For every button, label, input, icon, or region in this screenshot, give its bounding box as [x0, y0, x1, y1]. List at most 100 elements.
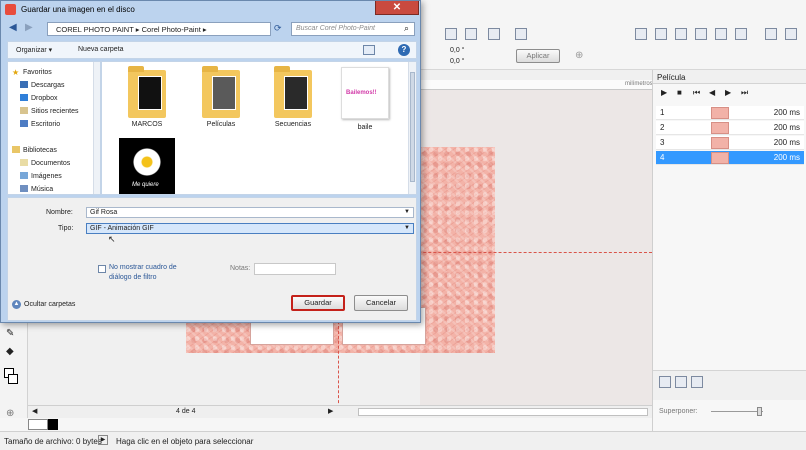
- angle2-field[interactable]: 0,0 °: [450, 58, 474, 68]
- view-options-icon[interactable]: [363, 45, 375, 55]
- back-icon[interactable]: ◀: [9, 22, 17, 33]
- chevron-up-icon[interactable]: ▲: [12, 300, 21, 309]
- film-next-icon[interactable]: ▶: [725, 88, 731, 97]
- new-folder-button[interactable]: Nueva carpeta: [78, 46, 124, 53]
- file-item-folder[interactable]: MARCOS: [114, 66, 180, 128]
- breadcrumb-part[interactable]: COREL PHOTO PAINT: [56, 25, 134, 34]
- dialog-title: Guardar una imagen en el disco: [21, 5, 135, 14]
- prev-frame-icon[interactable]: [695, 28, 707, 40]
- notes-input[interactable]: [254, 263, 336, 275]
- filter-checkbox[interactable]: [98, 265, 106, 273]
- file-type-select[interactable]: GIF - Animación GIF ▼: [86, 223, 414, 234]
- file-item-image[interactable]: Bailemos!! baile: [332, 67, 398, 131]
- scrollbar-thumb[interactable]: [410, 72, 415, 182]
- nav-item-downloads[interactable]: Descargas: [20, 81, 64, 89]
- tool-icon[interactable]: [515, 28, 527, 40]
- print-icon[interactable]: [488, 28, 500, 40]
- search-input[interactable]: Buscar Corel Photo-Paint: [291, 22, 415, 36]
- file-label: baile: [357, 124, 373, 131]
- daisy-flower: [133, 148, 161, 176]
- notes-label: Notas:: [230, 265, 251, 272]
- overlay-slider[interactable]: [711, 411, 763, 412]
- pictures-icon: [20, 172, 28, 179]
- save-button[interactable]: Guardar: [291, 295, 345, 311]
- breadcrumb-part[interactable]: Corel Photo-Paint: [142, 25, 201, 34]
- first-page-icon[interactable]: ◀: [32, 407, 37, 415]
- add-frame-icon[interactable]: [659, 376, 671, 388]
- angle1-field[interactable]: 0,0 °: [450, 47, 474, 57]
- nav-item-dropbox[interactable]: Dropbox: [20, 94, 57, 102]
- next-frame-icon[interactable]: [715, 28, 727, 40]
- nav-item-desktop[interactable]: Escritorio: [20, 120, 60, 128]
- film-play-icon[interactable]: ▶: [661, 88, 667, 97]
- film-frame-row[interactable]: 2 200 ms: [656, 121, 804, 135]
- ruler-top: milímetros: [420, 80, 653, 90]
- insert-frame-icon[interactable]: [765, 28, 777, 40]
- film-bottom-toolbar: [653, 370, 806, 400]
- plus-icon[interactable]: ⊕: [575, 50, 583, 61]
- organize-button[interactable]: Organizar ▾: [16, 46, 52, 54]
- film-strip-icon[interactable]: [691, 376, 703, 388]
- folder-icon: [128, 66, 166, 118]
- tool-icon[interactable]: [445, 28, 457, 40]
- nav-item-favorites[interactable]: ★ Favoritos: [12, 68, 52, 77]
- background-color-swatch[interactable]: [8, 374, 18, 384]
- stop-icon[interactable]: [655, 28, 667, 40]
- close-button[interactable]: ✕: [375, 1, 419, 15]
- film-frame-row-selected[interactable]: 4 200 ms: [656, 151, 804, 165]
- eyedropper-icon[interactable]: ✎: [6, 328, 14, 339]
- hide-folders-button[interactable]: Ocultar carpetas: [24, 301, 75, 308]
- film-panel: Película ▶ ■ ⏮ ◀ ▶ ⏭ 1 200 ms 2 200 ms 3…: [652, 70, 806, 431]
- film-frame-row[interactable]: 1 200 ms: [656, 106, 804, 120]
- first-frame-icon[interactable]: [675, 28, 687, 40]
- address-bar[interactable]: COREL PHOTO PAINT ▸ Corel Photo-Paint ▸: [47, 22, 271, 36]
- black-color-swatch[interactable]: [48, 419, 58, 430]
- nav-item-recent[interactable]: Sitios recientes: [20, 107, 78, 115]
- file-item-folder[interactable]: Películas: [188, 66, 254, 128]
- nav-item-documents[interactable]: Documentos: [20, 159, 70, 167]
- file-list-scrollbar[interactable]: [408, 62, 416, 194]
- file-item-folder[interactable]: Secuencias: [260, 66, 326, 128]
- horizontal-scrollbar[interactable]: [358, 408, 648, 416]
- film-last-icon[interactable]: ⏭: [741, 88, 748, 98]
- film-frame-row[interactable]: 3 200 ms: [656, 136, 804, 150]
- apply-button[interactable]: Aplicar: [516, 49, 560, 63]
- command-bar: Organizar ▾ Nueva carpeta ?: [7, 41, 417, 59]
- nav-item-pictures[interactable]: Imágenes: [20, 172, 62, 180]
- search-icon[interactable]: ⌕: [404, 23, 409, 34]
- nav-label: Bibliotecas: [23, 147, 57, 154]
- overlay-slider-handle[interactable]: [757, 407, 762, 416]
- file-list: MARCOS Películas Secuencias Bailemos!! b…: [101, 61, 417, 195]
- fill-icon[interactable]: ◆: [6, 346, 14, 357]
- tool-icon[interactable]: [465, 28, 477, 40]
- filename-value: Gif Rosa: [90, 209, 118, 216]
- chevron-down-icon[interactable]: ▼: [404, 209, 410, 215]
- filename-input[interactable]: Gif Rosa ▼: [86, 207, 414, 218]
- help-icon[interactable]: ?: [398, 44, 410, 56]
- play-status-icon[interactable]: ▶: [98, 435, 108, 445]
- last-frame-icon[interactable]: [735, 28, 747, 40]
- duplicate-frame-icon[interactable]: [675, 376, 687, 388]
- delete-frame-icon[interactable]: [785, 28, 797, 40]
- cancel-button[interactable]: Cancelar: [354, 295, 408, 311]
- play-icon[interactable]: [635, 28, 647, 40]
- nav-item-libraries[interactable]: Bibliotecas: [12, 146, 57, 154]
- forward-icon[interactable]: ▶: [25, 22, 33, 33]
- file-item-image[interactable]: Me quiere: [114, 138, 180, 194]
- status-hint: Haga clic en el objeto para seleccionar: [116, 437, 254, 446]
- film-first-icon[interactable]: ⏮: [693, 88, 700, 98]
- save-form: Nombre: Gif Rosa ▼ Tipo: GIF - Animación…: [7, 197, 417, 321]
- no-color-swatch[interactable]: [28, 419, 48, 430]
- filter-checkbox-label[interactable]: diálogo de filtro: [109, 274, 156, 281]
- last-page-icon[interactable]: ▶: [328, 407, 333, 415]
- frame-thumbnail: [711, 122, 729, 134]
- nav-item-music[interactable]: Música: [20, 185, 53, 193]
- nav-scrollbar[interactable]: [93, 62, 100, 194]
- refresh-icon[interactable]: ⟳: [274, 23, 282, 34]
- filter-checkbox-label[interactable]: No mostrar cuadro de: [109, 264, 177, 271]
- film-prev-icon[interactable]: ◀: [709, 88, 715, 97]
- overlay-label: Superponer:: [659, 408, 698, 415]
- page-counter: 4 de 4: [176, 408, 196, 415]
- chevron-down-icon[interactable]: ▼: [404, 225, 410, 231]
- film-stop-icon[interactable]: ■: [677, 88, 682, 97]
